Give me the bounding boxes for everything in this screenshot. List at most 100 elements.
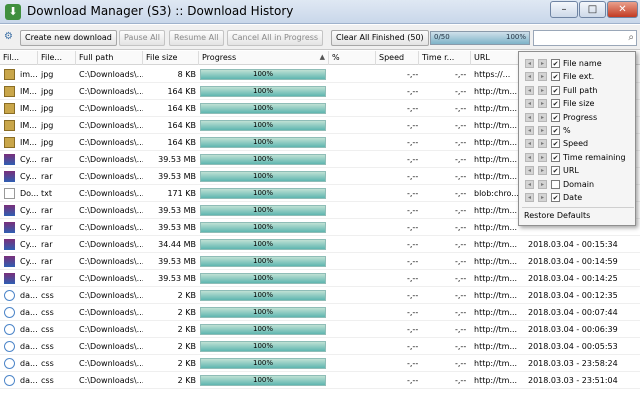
move-up-icon[interactable]: ◂ bbox=[525, 152, 534, 162]
create-new-download-button[interactable]: Create new download bbox=[20, 30, 117, 46]
move-down-icon[interactable]: ▸ bbox=[538, 85, 547, 95]
download-manager-app-icon: ⬇ bbox=[5, 4, 21, 20]
move-down-icon[interactable]: ▸ bbox=[538, 179, 547, 189]
column-option[interactable]: ◂ ▸ Domain bbox=[519, 178, 637, 191]
column-option[interactable]: ◂ ▸ ✔ Time remaining bbox=[519, 151, 637, 164]
move-down-icon[interactable]: ▸ bbox=[538, 139, 547, 149]
cell-time-remaining: -,-- bbox=[455, 70, 467, 79]
cell-speed: -,-- bbox=[407, 206, 419, 215]
column-option[interactable]: ◂ ▸ ✔ Progress bbox=[519, 111, 637, 124]
column-checkbox[interactable]: ✔ bbox=[551, 126, 560, 135]
column-option-label: File ext. bbox=[563, 72, 595, 82]
move-down-icon[interactable]: ▸ bbox=[538, 59, 547, 68]
col-speed[interactable]: Speed bbox=[376, 51, 419, 65]
move-down-icon[interactable]: ▸ bbox=[538, 193, 547, 202]
column-option[interactable]: ◂ ▸ ✔ Full path bbox=[519, 84, 637, 97]
move-down-icon[interactable]: ▸ bbox=[538, 99, 547, 109]
cell-file-name: da... bbox=[20, 359, 38, 368]
cell-time-remaining: -,-- bbox=[455, 155, 467, 164]
column-checkbox[interactable] bbox=[551, 179, 560, 189]
col-url[interactable]: URL bbox=[471, 51, 519, 65]
pause-all-button[interactable]: Pause All bbox=[119, 30, 165, 46]
move-up-icon[interactable]: ◂ bbox=[525, 72, 534, 82]
cell-file-ext: jpg bbox=[41, 138, 54, 147]
search-input[interactable]: ⌕ bbox=[533, 30, 637, 46]
table-row[interactable]: da... css C:\Downloads\... 2 KB 100% -,-- -,--… bbox=[0, 372, 640, 389]
column-checkbox[interactable]: ✔ bbox=[551, 166, 560, 176]
col-percent[interactable]: % bbox=[329, 51, 376, 65]
move-up-icon[interactable]: ◂ bbox=[525, 179, 534, 189]
column-checkbox[interactable]: ✔ bbox=[551, 112, 560, 122]
move-up-icon[interactable]: ◂ bbox=[525, 166, 534, 176]
cell-percent bbox=[329, 117, 376, 134]
column-checkbox[interactable]: ✔ bbox=[551, 99, 560, 109]
move-up-icon[interactable]: ◂ bbox=[525, 126, 534, 135]
column-checkbox[interactable]: ✔ bbox=[551, 85, 560, 95]
cell-percent bbox=[329, 270, 376, 287]
col-full-path[interactable]: Full path bbox=[76, 51, 143, 65]
column-checkbox[interactable]: ✔ bbox=[551, 193, 560, 202]
col-file-size[interactable]: File size bbox=[143, 51, 199, 65]
menu-separator bbox=[522, 207, 634, 208]
cell-speed: -,-- bbox=[407, 172, 419, 181]
table-row[interactable]: da... css C:\Downloads\... 2 KB 100% -,-- -,--… bbox=[0, 338, 640, 355]
column-option[interactable]: ◂ ▸ ✔ Speed bbox=[519, 137, 637, 150]
column-option[interactable]: ◂ ▸ ✔ Date bbox=[519, 191, 637, 204]
move-up-icon[interactable]: ◂ bbox=[525, 193, 534, 202]
resume-all-button[interactable]: Resume All bbox=[169, 30, 224, 46]
column-checkbox[interactable]: ✔ bbox=[551, 139, 560, 149]
cancel-all-button[interactable]: Cancel All in Progress bbox=[227, 30, 324, 46]
cell-speed: -,-- bbox=[407, 257, 419, 266]
move-up-icon[interactable]: ◂ bbox=[525, 59, 534, 68]
options-icon[interactable]: ⚙ bbox=[4, 31, 16, 43]
restore-defaults-item[interactable]: Restore Defaults bbox=[524, 209, 590, 222]
cell-progress-bar: 100% bbox=[200, 324, 326, 335]
table-row[interactable]: Cy... rar C:\Downloads\... 34.44 MB 100% -,--… bbox=[0, 236, 640, 253]
cell-percent bbox=[329, 66, 376, 83]
col-file-name[interactable]: Fil... bbox=[0, 51, 38, 65]
table-row[interactable]: Cy... rar C:\Downloads\... 39.53 MB 100% -,--… bbox=[0, 270, 640, 287]
cell-file-size: 8 KB bbox=[177, 70, 196, 79]
cell-file-size: 39.53 MB bbox=[158, 257, 196, 266]
column-option[interactable]: ◂ ▸ ✔ File ext. bbox=[519, 70, 637, 83]
col-time-remaining[interactable]: Time r... bbox=[419, 51, 471, 65]
cell-progress-bar: 100% bbox=[200, 69, 326, 80]
cell-date: 2018.03.03 - 23:51:04 bbox=[528, 376, 618, 385]
table-row[interactable]: Cy... rar C:\Downloads\... 39.53 MB 100% -,--… bbox=[0, 253, 640, 270]
cell-file-ext: css bbox=[41, 342, 54, 351]
move-down-icon[interactable]: ▸ bbox=[538, 166, 547, 176]
move-down-icon[interactable]: ▸ bbox=[538, 112, 547, 122]
column-checkbox[interactable]: ✔ bbox=[551, 59, 560, 68]
cell-full-path: C:\Downloads\... bbox=[79, 291, 143, 300]
close-button[interactable]: ✕ bbox=[607, 1, 638, 18]
col-progress[interactable]: Progress ▲ bbox=[199, 51, 329, 65]
move-up-icon[interactable]: ◂ bbox=[525, 139, 534, 149]
table-row[interactable]: da... css C:\Downloads\... 2 KB 100% -,-- -,--… bbox=[0, 304, 640, 321]
table-row[interactable]: da... css C:\Downloads\... 2 KB 100% -,-- -,--… bbox=[0, 355, 640, 372]
move-up-icon[interactable]: ◂ bbox=[525, 112, 534, 122]
maximize-button[interactable]: □ bbox=[579, 1, 606, 18]
move-down-icon[interactable]: ▸ bbox=[538, 152, 547, 162]
cell-file-size: 164 KB bbox=[167, 121, 196, 130]
column-checkbox[interactable]: ✔ bbox=[551, 72, 560, 82]
clear-all-finished-button[interactable]: Clear All Finished (50) bbox=[331, 30, 429, 46]
column-option[interactable]: ◂ ▸ ✔ File size bbox=[519, 97, 637, 110]
cell-progress-bar: 100% bbox=[200, 341, 326, 352]
table-row[interactable]: da... css C:\Downloads\... 2 KB 100% -,-- -,--… bbox=[0, 287, 640, 304]
move-down-icon[interactable]: ▸ bbox=[538, 126, 547, 135]
minimize-button[interactable]: – bbox=[550, 1, 578, 18]
column-checkbox[interactable]: ✔ bbox=[551, 152, 560, 162]
column-option[interactable]: ◂ ▸ ✔ URL bbox=[519, 164, 637, 177]
move-down-icon[interactable]: ▸ bbox=[538, 72, 547, 82]
cell-date: 2018.03.04 - 00:06:39 bbox=[528, 325, 618, 334]
rar-file-icon bbox=[4, 222, 15, 233]
window-title: Download Manager (S3) :: Download Histor… bbox=[27, 4, 294, 18]
column-option[interactable]: ◂ ▸ ✔ File name bbox=[519, 57, 637, 70]
move-up-icon[interactable]: ◂ bbox=[525, 99, 534, 109]
cell-full-path: C:\Downloads\... bbox=[79, 376, 143, 385]
cell-file-name: Cy... bbox=[20, 172, 37, 181]
col-file-ext[interactable]: File... bbox=[38, 51, 76, 65]
column-option[interactable]: ◂ ▸ ✔% bbox=[519, 124, 637, 137]
move-up-icon[interactable]: ◂ bbox=[525, 85, 534, 95]
table-row[interactable]: da... css C:\Downloads\... 2 KB 100% -,-- -,--… bbox=[0, 321, 640, 338]
